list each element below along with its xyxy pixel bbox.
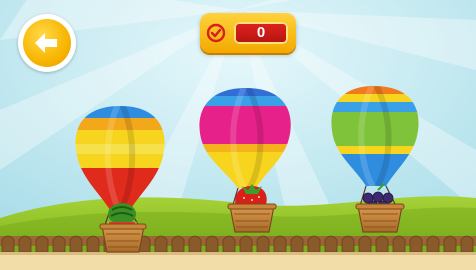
fence-post [35, 235, 49, 253]
fence-post [154, 235, 168, 253]
basket-3 [355, 203, 405, 233]
fence-post [52, 235, 66, 253]
fence-post [290, 235, 304, 253]
fence-post [460, 235, 474, 253]
back-arrow-icon [35, 33, 57, 53]
fence-post [86, 235, 100, 253]
fence-post [222, 235, 236, 253]
fence-post [409, 235, 423, 253]
fence-post [1, 235, 15, 253]
game-stage: 0 [0, 0, 476, 270]
basket-1 [99, 223, 147, 253]
fence-post [443, 235, 457, 253]
fence-post [18, 235, 32, 253]
fence-post [273, 235, 287, 253]
fence-post [205, 235, 219, 253]
fence-post [341, 235, 355, 253]
fence-post [188, 235, 202, 253]
fence-post [358, 235, 372, 253]
fence-post [239, 235, 253, 253]
basket-2 [227, 203, 277, 233]
fence-post [426, 235, 440, 253]
check-circle-icon [206, 23, 226, 43]
fence-post [375, 235, 389, 253]
back-button[interactable] [18, 14, 76, 72]
back-button-face [23, 19, 71, 67]
fence-post [392, 235, 406, 253]
score-box: 0 [234, 22, 288, 44]
fence-post [324, 235, 338, 253]
fence-post [256, 235, 270, 253]
fence-post [171, 235, 185, 253]
score-panel: 0 [200, 13, 296, 53]
fence-post [69, 235, 83, 253]
fence-post [307, 235, 321, 253]
score-value: 0 [256, 24, 266, 41]
